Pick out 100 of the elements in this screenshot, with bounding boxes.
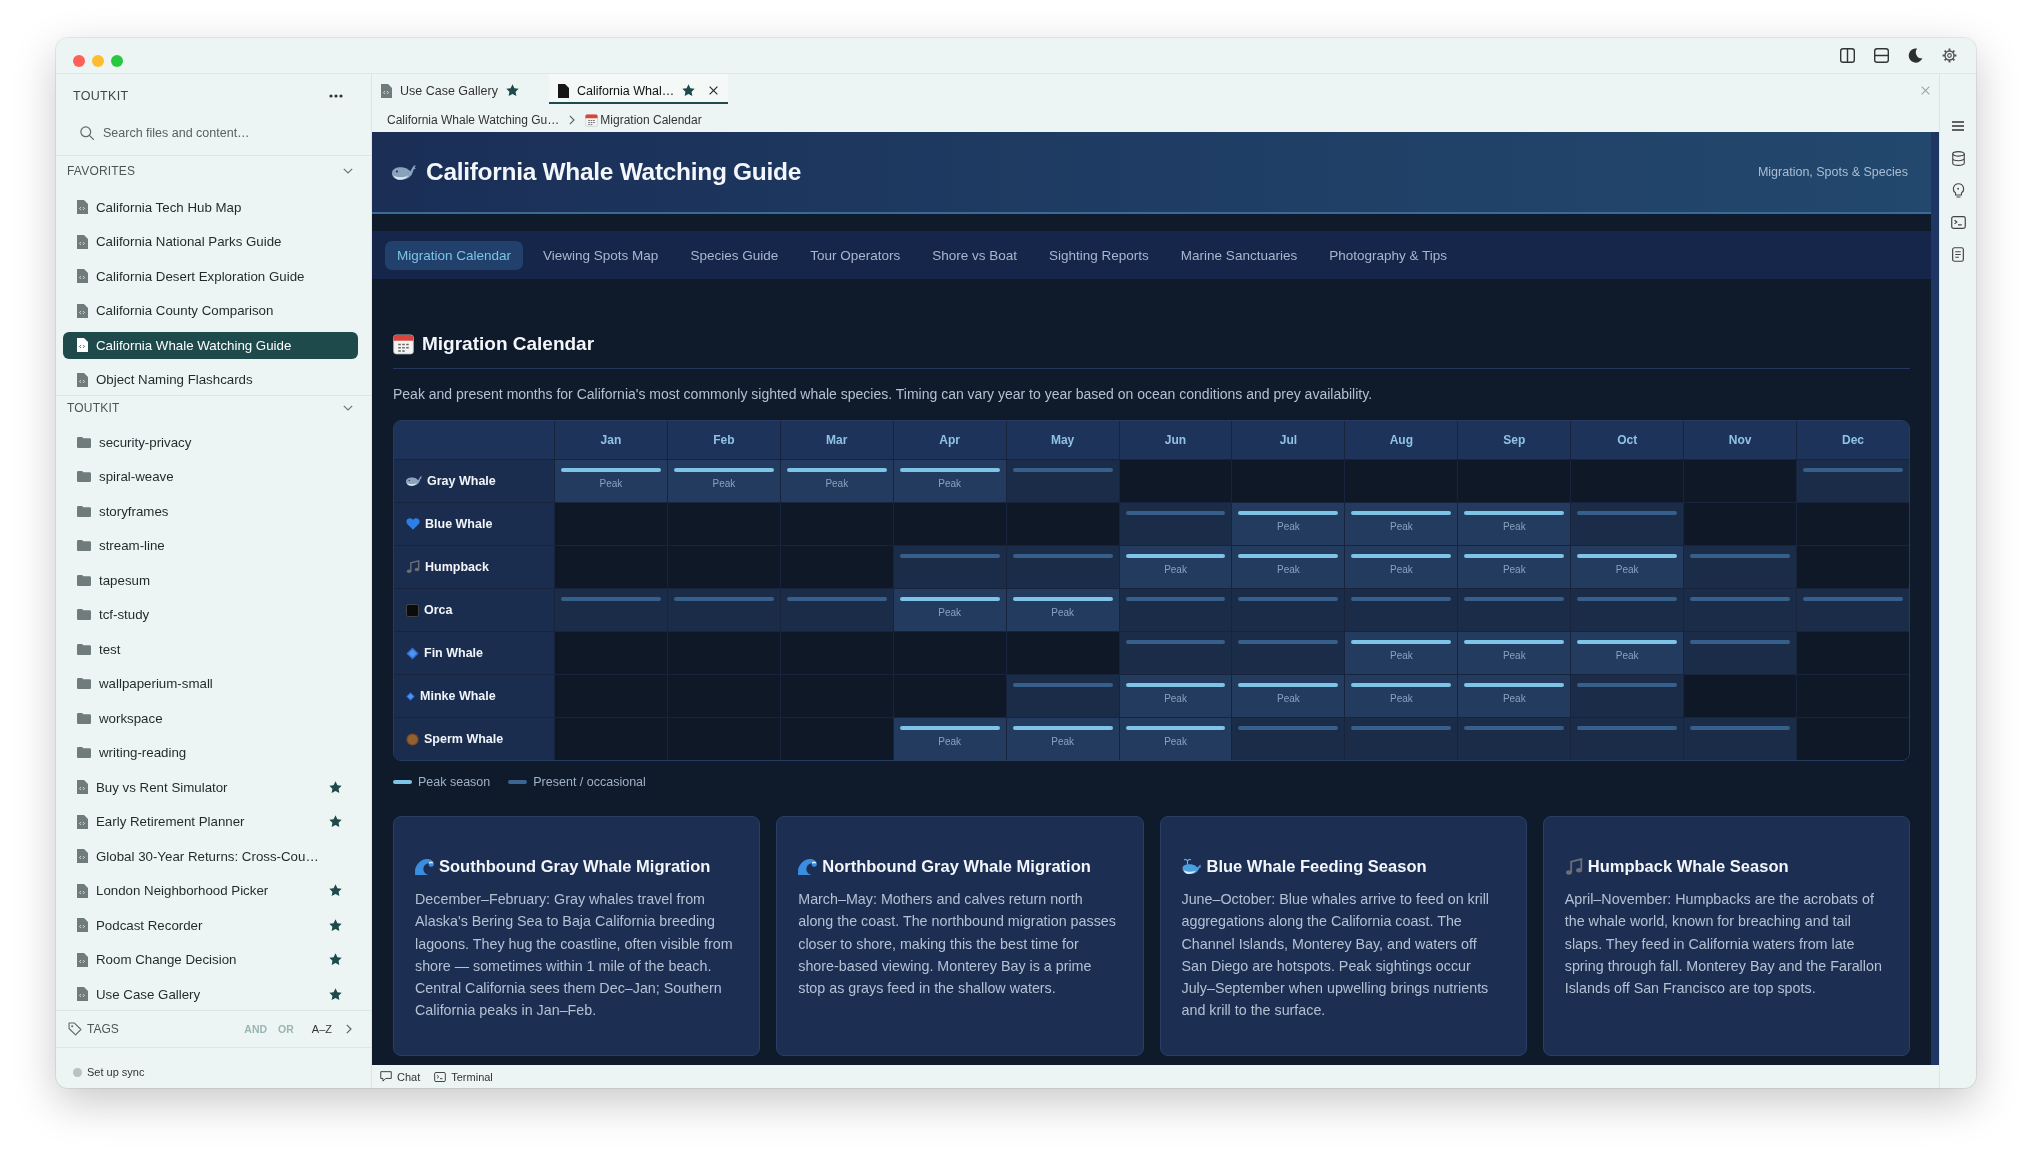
- season-bar-icon: [1464, 683, 1565, 687]
- settings-icon[interactable]: [1942, 48, 1957, 63]
- season-bar-icon: [1125, 640, 1226, 644]
- folder-item[interactable]: test: [63, 635, 358, 663]
- column-header: Mar: [780, 421, 893, 459]
- season-bar-icon: [1464, 597, 1565, 601]
- chevron-down-icon[interactable]: [343, 167, 353, 174]
- split-columns-icon[interactable]: [1840, 48, 1855, 63]
- season-bar-icon: [1012, 597, 1113, 601]
- breadcrumb-current[interactable]: Migration Calendar: [600, 113, 702, 127]
- sync-link[interactable]: Set up sync: [87, 1066, 145, 1078]
- season-bar-icon: [1577, 683, 1678, 687]
- file-item[interactable]: Global 30-Year Returns: Cross-Cou…: [63, 842, 358, 870]
- more-icon[interactable]: [329, 94, 343, 98]
- breadcrumb-link[interactable]: California Whale Watching Gu…: [387, 113, 560, 127]
- card-text: June–October: Blue whales arrive to feed on krill aggregations along the California coast. The Channel Islands, Monterey Bay, and waters off San Diego are hotspots. Peak sightings occur July–September when upwelling brings nutrients and krill to the surface.: [1181, 890, 1491, 1021]
- folder-item[interactable]: storyframes: [63, 497, 358, 525]
- file-item[interactable]: London Neighborhood Picker: [63, 877, 358, 904]
- nav-tab[interactable]: Species Guide: [678, 240, 791, 270]
- column-header: May: [1006, 421, 1119, 459]
- folder-item[interactable]: wallpaperium-small: [63, 670, 358, 697]
- sort-button[interactable]: A–Z: [311, 1023, 332, 1035]
- nav-tab[interactable]: Sighting Reports: [1037, 240, 1161, 270]
- species-name: Gray Whale: [427, 474, 496, 488]
- card-text: December–February: Gray whales travel from Alaska's Bering Sea to Baja California breeding lagoons. They hug the coastline, often visible from shore — sometimes within 1 mile of the beach. Central California sees them Dec–Jan; Southern California peaks in Jan–Feb.: [415, 890, 734, 1021]
- document-icon[interactable]: [1952, 246, 1964, 262]
- nav-tab[interactable]: Photography & Tips: [1317, 240, 1459, 270]
- wave-icon: [798, 858, 818, 875]
- star-icon[interactable]: [329, 918, 342, 932]
- legend-label: Present / occasional: [533, 775, 646, 789]
- nav-tab[interactable]: Viewing Spots Map: [531, 240, 671, 270]
- file-item[interactable]: California Desert Exploration Guide: [63, 262, 358, 290]
- file-icon: [77, 952, 88, 967]
- file-item[interactable]: California National Parks Guide: [63, 228, 358, 255]
- close-icon[interactable]: [709, 86, 719, 95]
- nav-tab[interactable]: Marine Sanctuaries: [1168, 240, 1310, 270]
- file-item[interactable]: Room Change Decision: [63, 946, 358, 973]
- folder-item[interactable]: security-privacy: [63, 428, 358, 456]
- file-icon: [77, 269, 88, 283]
- status-bar-button[interactable]: Chat: [380, 1070, 421, 1083]
- file-icon: [77, 918, 88, 932]
- database-icon[interactable]: [1951, 150, 1965, 166]
- star-icon[interactable]: [329, 815, 342, 828]
- star-icon[interactable]: [505, 84, 519, 97]
- folder-icon: [77, 540, 91, 551]
- nav-tab[interactable]: Shore vs Boat: [920, 240, 1030, 270]
- file-item[interactable]: Buy vs Rent Simulator: [63, 773, 358, 801]
- species-name: Sperm Whale: [424, 732, 504, 746]
- star-icon[interactable]: [682, 84, 696, 97]
- file-item[interactable]: California County Comparison: [63, 297, 358, 324]
- cell-label: Peak: [1164, 736, 1187, 747]
- lightbulb-icon[interactable]: [1951, 182, 1965, 198]
- page-subtitle: Migration, Spots & Species: [1757, 165, 1908, 179]
- diamond-icon: [406, 691, 415, 701]
- species-name: Orca: [424, 603, 453, 617]
- nav-tab[interactable]: Migration Calendar: [385, 240, 524, 270]
- file-item[interactable]: Early Retirement Planner: [63, 808, 358, 835]
- file-item[interactable]: Object Naming Flashcards: [63, 366, 358, 393]
- file-item[interactable]: California Whale Watching Guide: [63, 331, 358, 359]
- star-icon[interactable]: [329, 987, 342, 1001]
- tab[interactable]: California Whal…: [549, 74, 729, 104]
- nav-tab[interactable]: Tour Operators: [798, 240, 913, 270]
- star-icon[interactable]: [329, 780, 342, 794]
- music-note-icon: [406, 560, 420, 574]
- search-field[interactable]: Search files and content…: [103, 123, 361, 143]
- cell-label: Peak: [1277, 564, 1300, 575]
- season-bar-icon: [1690, 554, 1791, 558]
- folder-item[interactable]: stream-line: [63, 532, 358, 559]
- folder-item[interactable]: tapesum: [63, 566, 358, 594]
- star-icon[interactable]: [329, 953, 342, 966]
- season-bar-icon: [673, 597, 774, 601]
- file-item[interactable]: Podcast Recorder: [63, 911, 358, 939]
- star-icon[interactable]: [329, 884, 342, 897]
- folder-item[interactable]: workspace: [63, 704, 358, 732]
- folder-item[interactable]: spiral-weave: [63, 463, 358, 490]
- season-bar-icon: [899, 468, 1000, 472]
- circle-icon: [406, 732, 419, 746]
- moon-icon[interactable]: [1908, 48, 1923, 63]
- scrollbar[interactable]: [1931, 132, 1939, 1065]
- file-icon: [77, 338, 88, 352]
- cell-label: Peak: [1502, 521, 1526, 532]
- file-item[interactable]: Use Case Gallery: [63, 980, 358, 1008]
- tab[interactable]: Use Case Gallery: [372, 74, 549, 104]
- window-close-button[interactable]: [73, 54, 85, 67]
- season-bar-icon: [1238, 554, 1339, 558]
- chevron-right-icon[interactable]: [346, 1024, 352, 1034]
- status-bar-button[interactable]: Terminal: [434, 1070, 493, 1083]
- terminal-icon[interactable]: [1950, 215, 1966, 229]
- cell-label: Peak: [712, 478, 736, 489]
- chevron-down-icon[interactable]: [343, 405, 353, 411]
- folder-item[interactable]: writing-reading: [63, 739, 358, 766]
- file-item[interactable]: California Tech Hub Map: [63, 193, 358, 221]
- split-rows-icon[interactable]: [1874, 48, 1889, 63]
- season-bar-icon: [1803, 597, 1903, 601]
- list-icon[interactable]: [1952, 121, 1964, 131]
- season-bar-icon: [1012, 683, 1113, 687]
- season-bar-icon: [1238, 597, 1339, 601]
- folder-item[interactable]: tcf-study: [63, 601, 358, 628]
- chevron-right-icon[interactable]: [569, 115, 576, 125]
- folder-icon: [77, 609, 91, 620]
